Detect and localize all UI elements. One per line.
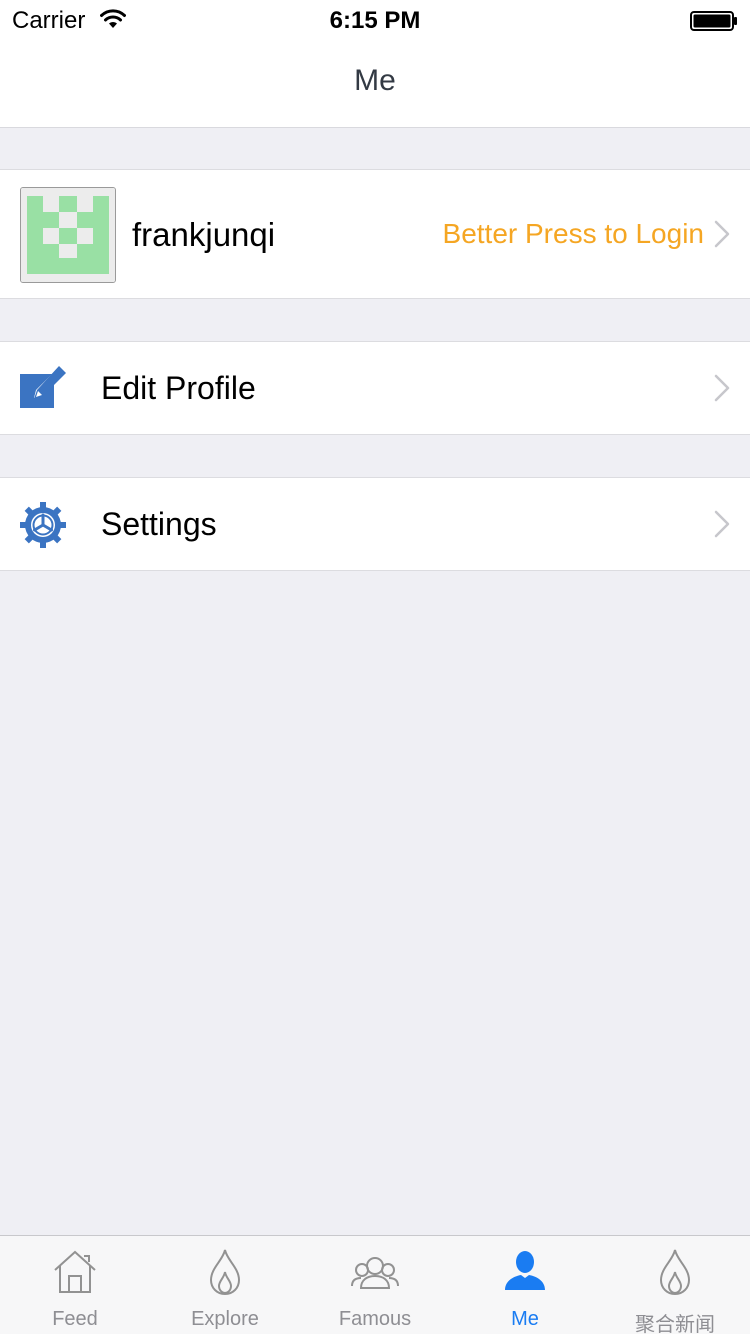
tab-news[interactable]: 聚合新闻 xyxy=(600,1236,750,1334)
flame-icon xyxy=(209,1249,241,1296)
login-hint-label[interactable]: Better Press to Login xyxy=(443,218,704,250)
edit-icon xyxy=(20,366,66,408)
chevron-right-icon xyxy=(714,510,730,538)
gear-icon xyxy=(20,502,66,548)
tab-bar: Feed Explore Famous Me 聚合新闻 xyxy=(0,1235,750,1334)
edit-profile-label: Edit Profile xyxy=(101,370,256,406)
identicon-avatar xyxy=(20,187,116,283)
tab-feed[interactable]: Feed xyxy=(0,1236,150,1334)
page-title: Me xyxy=(354,64,396,97)
tab-label: Me xyxy=(511,1308,539,1330)
me-screen: Carrier 6:15 PM Me frankjunqi Better Pre… xyxy=(0,0,750,1334)
chevron-right-icon xyxy=(714,220,730,248)
tab-label: Feed xyxy=(52,1308,98,1330)
flame-icon xyxy=(659,1249,691,1296)
profile-cell[interactable]: frankjunqi Better Press to Login xyxy=(0,169,750,299)
tab-explore[interactable]: Explore xyxy=(150,1236,300,1334)
chevron-right-icon xyxy=(714,374,730,402)
person-icon xyxy=(505,1251,545,1290)
tab-famous[interactable]: Famous xyxy=(300,1236,450,1334)
battery-icon xyxy=(690,11,737,31)
tab-label: Explore xyxy=(191,1308,259,1330)
tab-label: Famous xyxy=(338,1308,412,1330)
tab-label: 聚合新闻 xyxy=(635,1314,715,1334)
settings-cell[interactable]: Settings xyxy=(0,477,750,571)
home-icon xyxy=(54,1250,96,1293)
navigation-bar: Me xyxy=(0,40,750,128)
status-bar: Carrier 6:15 PM xyxy=(0,0,750,40)
settings-label: Settings xyxy=(101,506,217,542)
username-label: frankjunqi xyxy=(132,216,276,253)
people-icon xyxy=(351,1257,399,1289)
edit-profile-cell[interactable]: Edit Profile xyxy=(0,341,750,435)
status-time: 6:15 PM xyxy=(329,7,421,34)
tab-me[interactable]: Me xyxy=(450,1236,600,1334)
